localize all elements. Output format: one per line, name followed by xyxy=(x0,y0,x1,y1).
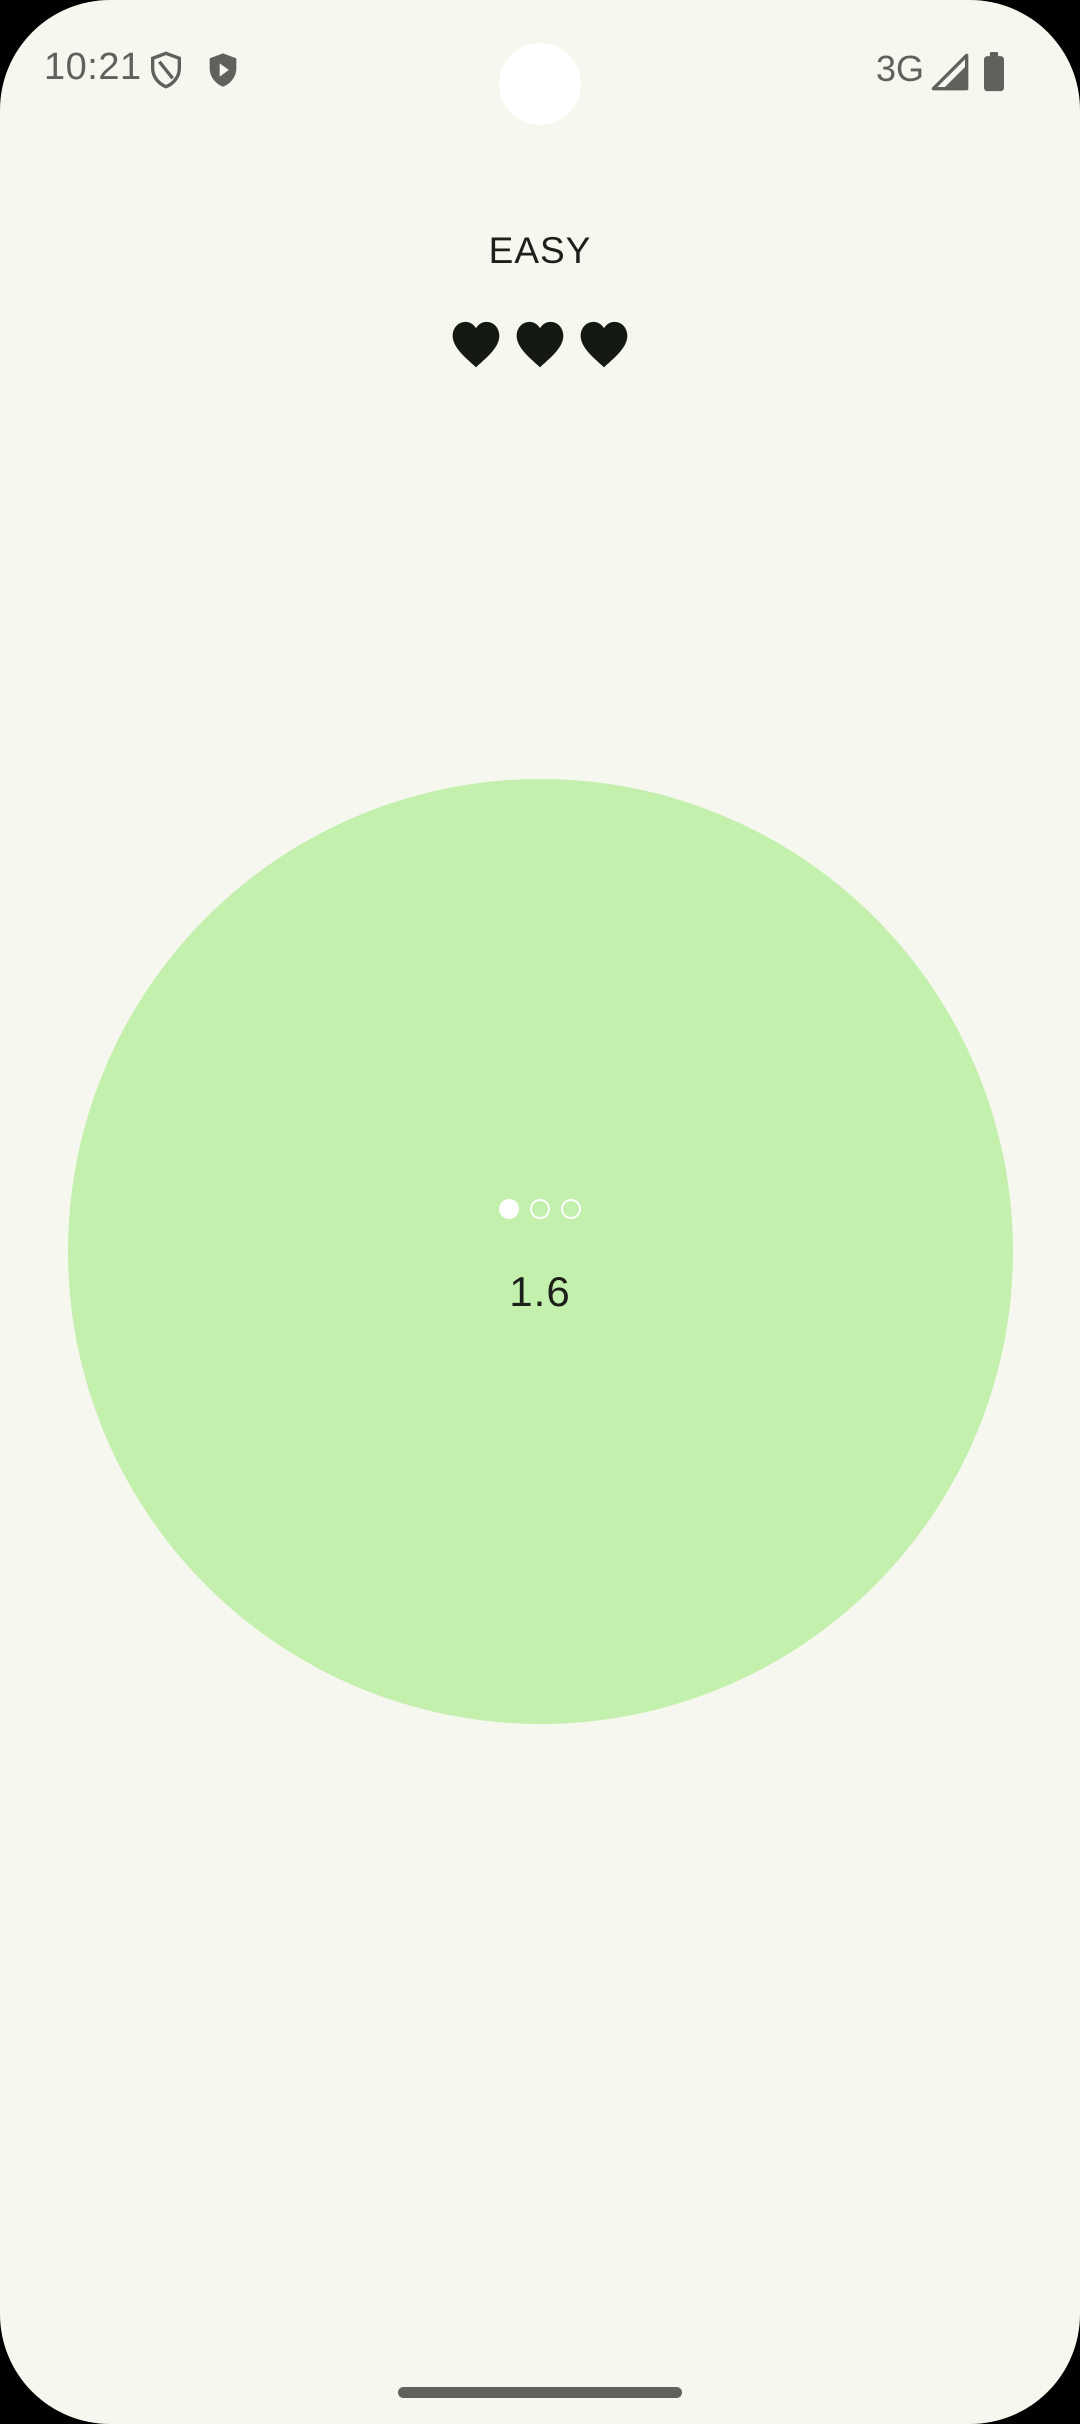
progress-dots xyxy=(499,1199,581,1221)
progress-dot-active xyxy=(499,1199,519,1219)
shield-outline-icon xyxy=(146,50,186,90)
gesture-navigation-bar[interactable] xyxy=(398,2387,682,2398)
status-bar: 10:21 3G xyxy=(0,0,1080,140)
battery-icon xyxy=(980,52,1020,92)
timer-value: 1.6 xyxy=(509,1268,571,1315)
heart-icon xyxy=(516,321,564,368)
play-shield-icon xyxy=(203,50,243,90)
signal-icon xyxy=(930,52,970,92)
difficulty-label: EASY xyxy=(488,230,592,271)
progress-dot xyxy=(561,1199,581,1219)
app-screen: 10:21 3G EASY 1.6 xyxy=(0,0,1080,2424)
camera-cutout xyxy=(499,43,581,125)
lives-indicator xyxy=(448,316,632,374)
status-time: 10:21 xyxy=(44,46,142,88)
heart-icon xyxy=(452,321,500,368)
heart-icon xyxy=(580,321,628,368)
network-type-label: 3G xyxy=(876,48,925,89)
progress-dot xyxy=(530,1199,550,1219)
tap-target-circle[interactable] xyxy=(68,779,1013,1724)
